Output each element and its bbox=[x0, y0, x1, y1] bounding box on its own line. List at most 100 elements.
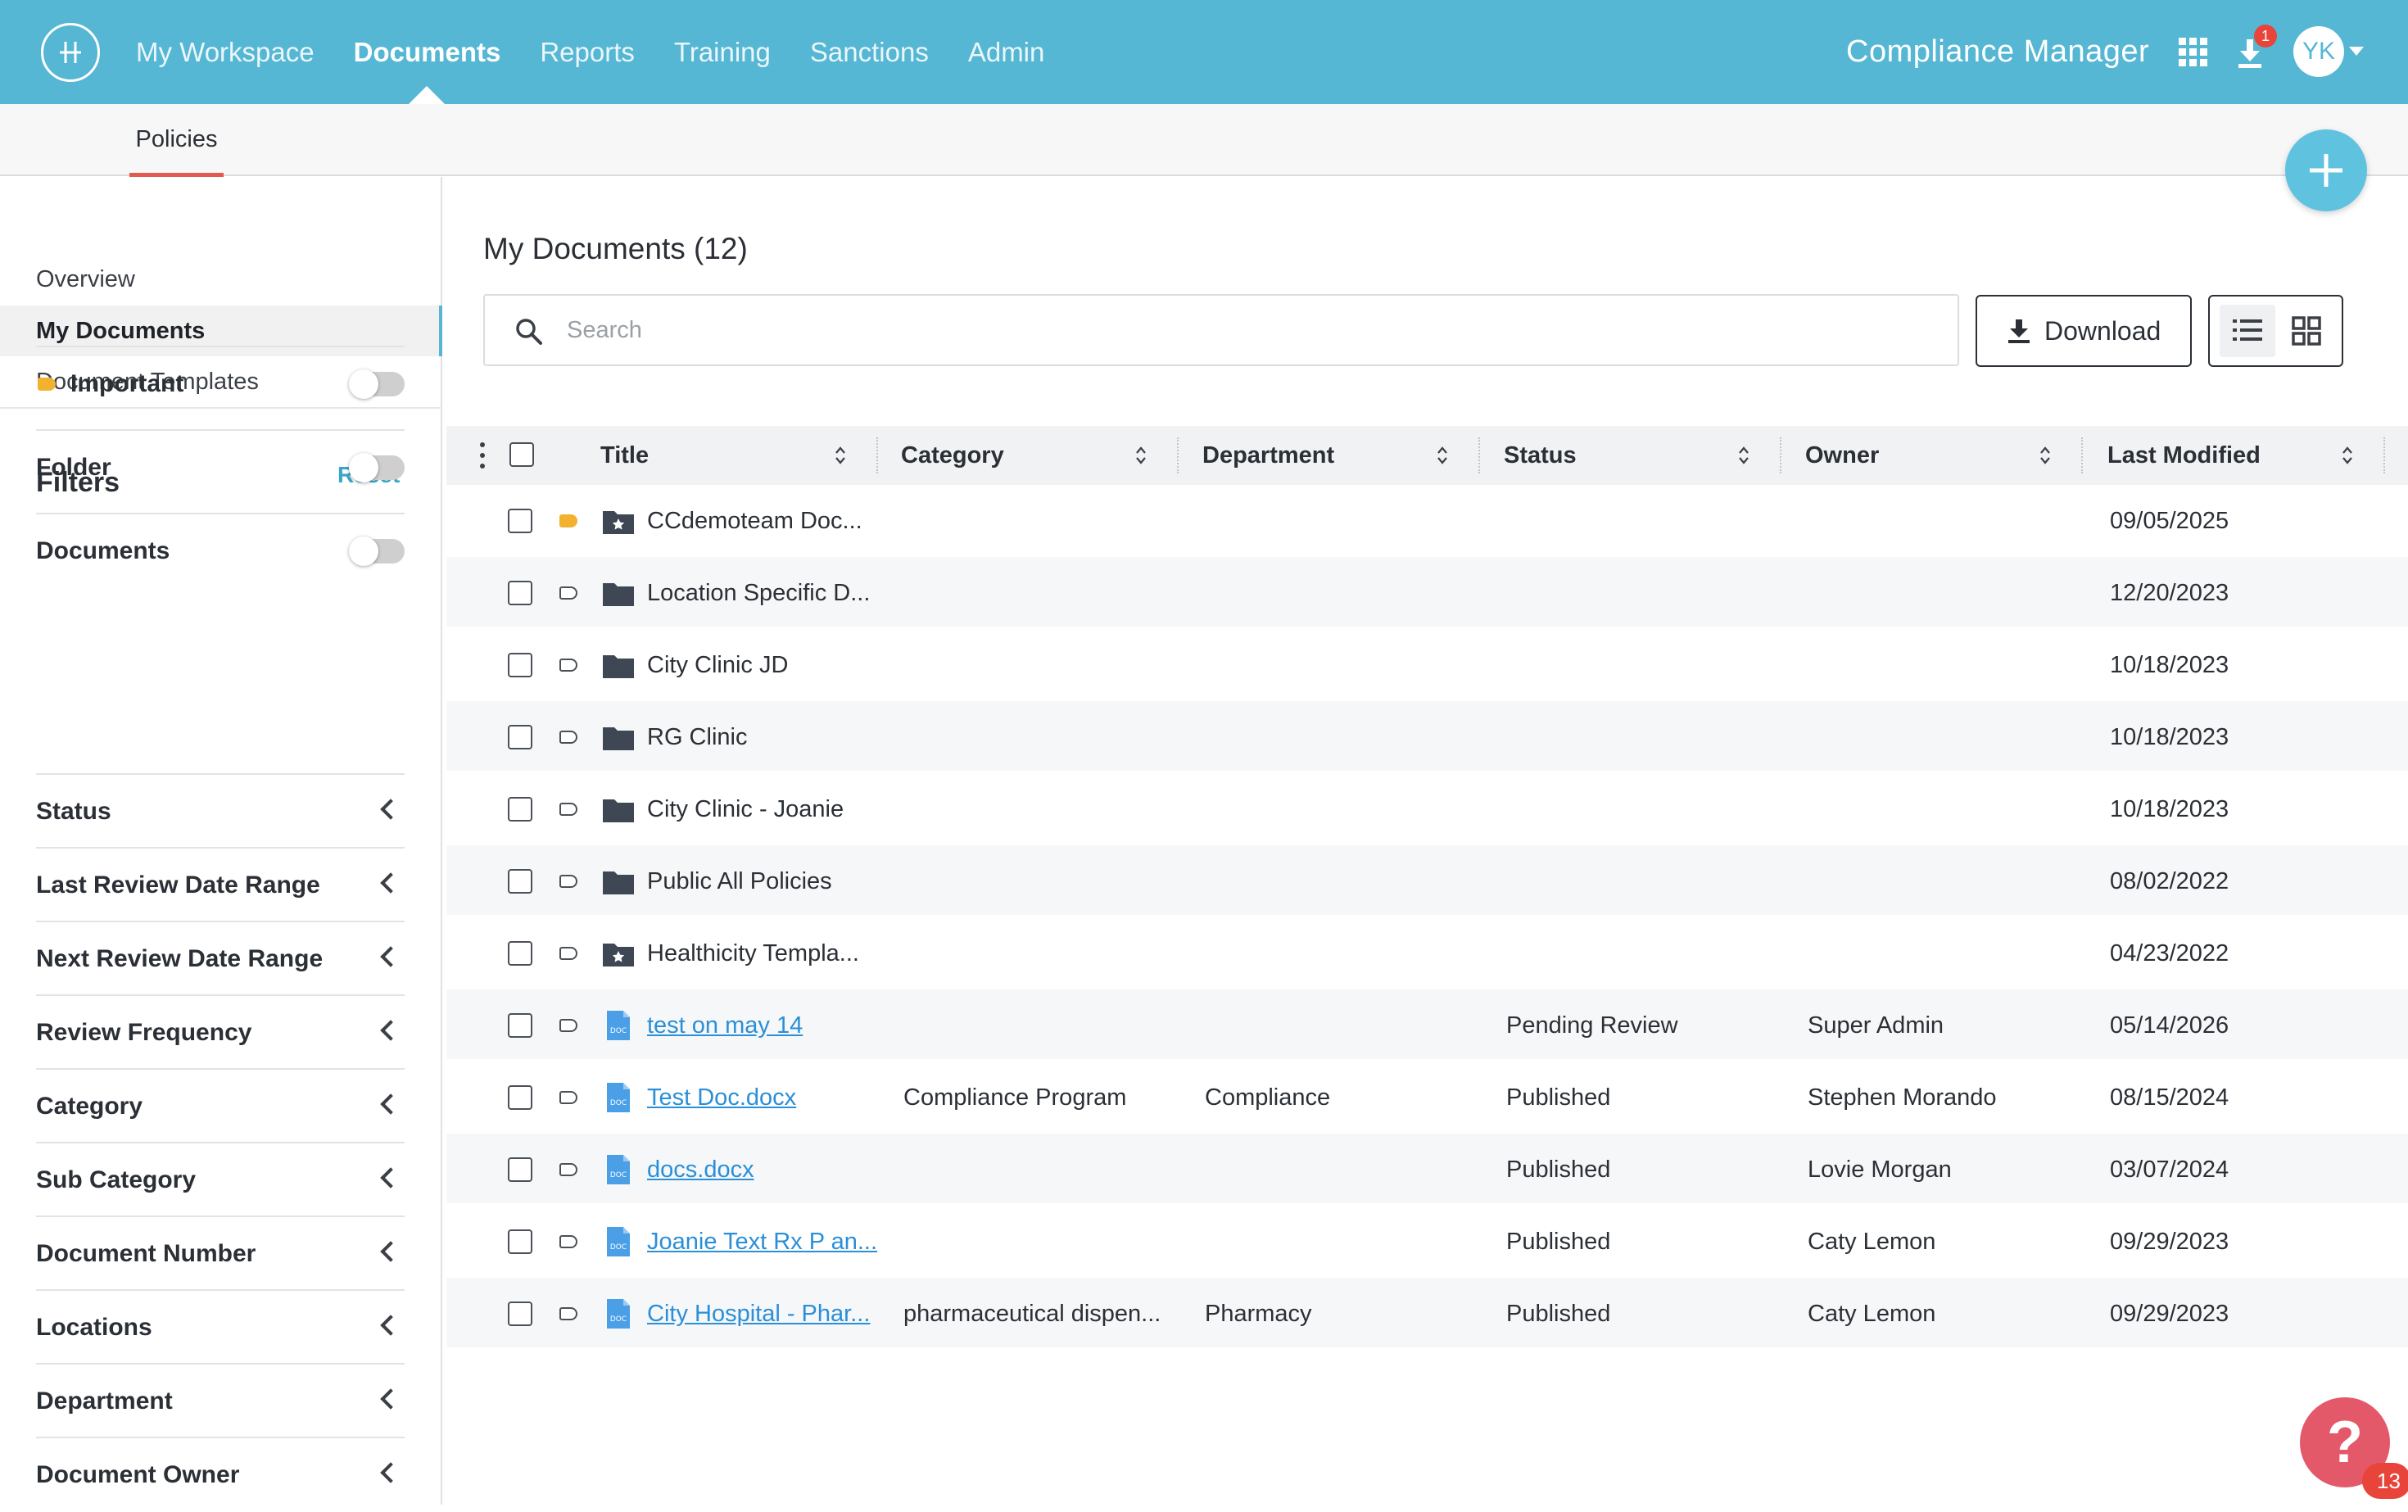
sort-icon[interactable] bbox=[2039, 446, 2051, 465]
documents-toggle[interactable] bbox=[349, 536, 405, 566]
cell-title[interactable]: RG Clinic bbox=[647, 701, 885, 773]
important-flag-icon[interactable] bbox=[559, 1163, 577, 1176]
table-row[interactable]: DOC docs.docx Published Lovie Morgan 03/07/2… bbox=[446, 1134, 2408, 1206]
table-row[interactable]: CCdemoteam Doc... 09/05/2025 bbox=[446, 485, 2408, 557]
sidebar-item-overview[interactable]: Overview bbox=[0, 254, 442, 305]
row-checkbox[interactable] bbox=[508, 1013, 532, 1038]
column-resize-handle[interactable] bbox=[2383, 437, 2387, 473]
cell-title[interactable]: Joanie Text Rx P an... bbox=[647, 1206, 885, 1278]
column-header-modified[interactable]: Last Modified bbox=[2107, 426, 2261, 485]
row-checkbox[interactable] bbox=[508, 1085, 532, 1110]
select-all-checkbox[interactable] bbox=[509, 442, 534, 467]
row-checkbox[interactable] bbox=[508, 941, 532, 966]
important-flag-icon[interactable] bbox=[559, 875, 577, 888]
table-row[interactable]: RG Clinic 10/18/2023 bbox=[446, 701, 2408, 773]
important-flag-icon[interactable] bbox=[559, 1307, 577, 1320]
table-row[interactable]: DOC Joanie Text Rx P an... Published Caty L… bbox=[446, 1206, 2408, 1278]
row-checkbox[interactable] bbox=[508, 509, 532, 533]
row-checkbox[interactable] bbox=[508, 653, 532, 677]
search-input[interactable] bbox=[567, 296, 1943, 364]
cell-title[interactable]: Test Doc.docx bbox=[647, 1062, 885, 1134]
important-flag-icon[interactable] bbox=[559, 947, 577, 960]
table-row[interactable]: DOC test on may 14 Pending Review Super Adm… bbox=[446, 989, 2408, 1062]
important-flag-icon[interactable] bbox=[559, 514, 577, 527]
grid-view-icon[interactable] bbox=[2292, 316, 2321, 346]
column-header-status[interactable]: Status bbox=[1504, 426, 1577, 485]
important-flag-icon[interactable] bbox=[559, 1019, 577, 1032]
column-header-owner[interactable]: Owner bbox=[1805, 426, 1879, 485]
filter-review-frequency[interactable]: Review Frequency bbox=[36, 994, 405, 1068]
filter-status[interactable]: Status bbox=[36, 773, 405, 847]
user-avatar[interactable]: YK bbox=[2293, 26, 2344, 77]
nav-training[interactable]: Training bbox=[674, 0, 771, 104]
table-row[interactable]: DOC City Hospital - Phar... pharmaceutical… bbox=[446, 1278, 2408, 1350]
filter-sub-category[interactable]: Sub Category bbox=[36, 1142, 405, 1215]
cell-title[interactable]: City Hospital - Phar... bbox=[647, 1278, 885, 1350]
cell-title[interactable]: Healthicity Templa... bbox=[647, 917, 885, 989]
folder-toggle[interactable] bbox=[349, 453, 405, 482]
row-checkbox[interactable] bbox=[508, 1229, 532, 1254]
column-header-title[interactable]: Title bbox=[600, 426, 649, 485]
important-flag-icon[interactable] bbox=[559, 1235, 577, 1248]
important-flag-icon[interactable] bbox=[559, 731, 577, 744]
important-toggle[interactable] bbox=[349, 369, 405, 399]
cell-title[interactable]: CCdemoteam Doc... bbox=[647, 485, 885, 557]
column-header-category[interactable]: Category bbox=[901, 426, 1004, 485]
filter-next-review-date-range[interactable]: Next Review Date Range bbox=[36, 921, 405, 994]
column-resize-handle[interactable] bbox=[1780, 437, 1783, 473]
cell-modified: 03/07/2024 bbox=[2110, 1157, 2229, 1183]
app-logo-icon[interactable] bbox=[41, 23, 100, 82]
row-checkbox[interactable] bbox=[508, 797, 532, 822]
sort-icon[interactable] bbox=[835, 446, 846, 465]
table-row[interactable]: Public All Policies 08/02/2022 bbox=[446, 845, 2408, 917]
table-row[interactable]: City Clinic JD 10/18/2023 bbox=[446, 629, 2408, 701]
filter-category[interactable]: Category bbox=[36, 1068, 405, 1142]
cell-title[interactable]: Location Specific D... bbox=[647, 557, 885, 629]
row-checkbox[interactable] bbox=[508, 581, 532, 605]
filter-last-review-date-range[interactable]: Last Review Date Range bbox=[36, 847, 405, 921]
row-checkbox[interactable] bbox=[508, 725, 532, 749]
download-button[interactable]: Download bbox=[1976, 295, 2192, 367]
sort-icon[interactable] bbox=[1135, 446, 1147, 465]
tab-policies[interactable]: Policies bbox=[129, 104, 224, 176]
list-view-button[interactable] bbox=[2220, 305, 2275, 357]
cell-title[interactable]: test on may 14 bbox=[647, 989, 885, 1062]
nav-sanctions[interactable]: Sanctions bbox=[810, 0, 929, 104]
sort-icon[interactable] bbox=[1437, 446, 1448, 465]
important-flag-icon[interactable] bbox=[559, 1091, 577, 1104]
column-resize-handle[interactable] bbox=[1177, 437, 1180, 473]
chevron-down-icon[interactable] bbox=[2349, 47, 2364, 56]
add-button[interactable] bbox=[2285, 129, 2367, 211]
cell-title[interactable]: docs.docx bbox=[647, 1134, 885, 1206]
nav-documents[interactable]: Documents bbox=[354, 0, 500, 104]
sort-icon[interactable] bbox=[1738, 446, 1749, 465]
filter-department[interactable]: Department bbox=[36, 1363, 405, 1437]
filter-document-number[interactable]: Document Number bbox=[36, 1215, 405, 1289]
cell-title[interactable]: Public All Policies bbox=[647, 845, 885, 917]
table-row[interactable]: DOC Test Doc.docx Compliance Program Compli… bbox=[446, 1062, 2408, 1134]
row-checkbox[interactable] bbox=[508, 869, 532, 894]
table-row[interactable]: Healthicity Templa... 04/23/2022 bbox=[446, 917, 2408, 989]
row-checkbox[interactable] bbox=[508, 1157, 532, 1182]
table-row[interactable]: City Clinic - Joanie 10/18/2023 bbox=[446, 773, 2408, 845]
important-flag-icon[interactable] bbox=[559, 586, 577, 600]
sort-icon[interactable] bbox=[2342, 446, 2353, 465]
filter-document-owner[interactable]: Document Owner bbox=[36, 1437, 405, 1510]
column-resize-handle[interactable] bbox=[1478, 437, 1482, 473]
apps-grid-icon[interactable] bbox=[2179, 38, 2208, 67]
column-resize-handle[interactable] bbox=[876, 437, 880, 473]
important-flag-icon[interactable] bbox=[559, 803, 577, 816]
search-box bbox=[483, 294, 1959, 366]
nav-admin[interactable]: Admin bbox=[968, 0, 1045, 104]
row-checkbox[interactable] bbox=[508, 1301, 532, 1326]
filter-locations[interactable]: Locations bbox=[36, 1289, 405, 1363]
important-flag-icon[interactable] bbox=[559, 659, 577, 672]
nav-my-workspace[interactable]: My Workspace bbox=[136, 0, 315, 104]
column-menu-icon[interactable] bbox=[480, 442, 485, 469]
column-header-department[interactable]: Department bbox=[1202, 426, 1334, 485]
cell-title[interactable]: City Clinic - Joanie bbox=[647, 773, 885, 845]
nav-reports[interactable]: Reports bbox=[540, 0, 635, 104]
table-row[interactable]: Location Specific D... 12/20/2023 bbox=[446, 557, 2408, 629]
column-resize-handle[interactable] bbox=[2081, 437, 2084, 473]
cell-title[interactable]: City Clinic JD bbox=[647, 629, 885, 701]
